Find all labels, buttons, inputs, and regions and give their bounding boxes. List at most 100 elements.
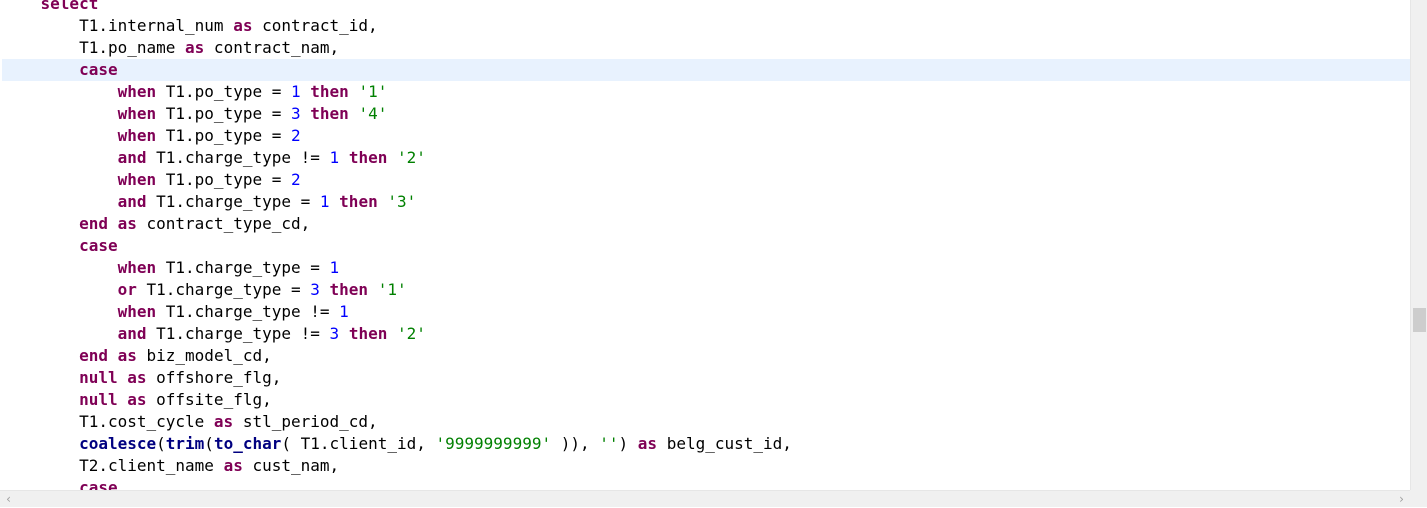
code-line[interactable]: and T1.charge_type != 1 then '2' [2, 147, 1410, 169]
code-token-kw: and [117, 148, 147, 167]
code-token-kw: case [79, 236, 118, 255]
code-token-plain: T1.cost_cycle [2, 412, 214, 431]
code-token-num: 1 [319, 192, 330, 211]
code-line[interactable]: or T1.charge_type = 3 then '1' [2, 279, 1410, 301]
code-line[interactable]: and T1.charge_type = 1 then '3' [2, 191, 1410, 213]
vertical-scrollbar[interactable] [1410, 0, 1427, 490]
code-token-plain: T2.client_name [2, 456, 224, 475]
code-token-kw: then [348, 148, 388, 167]
code-token-plain: T1.charge_type = [136, 280, 311, 299]
code-line[interactable]: when T1.po_type = 3 then '4' [2, 103, 1410, 125]
code-token-kw: when [117, 170, 157, 189]
code-token-plain: T1.charge_type = [146, 192, 320, 211]
code-line[interactable]: T1.internal_num as contract_id, [2, 15, 1410, 37]
code-token-kw: when [117, 258, 157, 277]
code-token-plain: ( [156, 434, 166, 453]
code-token-str: '4' [358, 104, 388, 123]
horizontal-scrollbar[interactable]: ‹ › [0, 490, 1410, 507]
code-token-num: 3 [329, 324, 340, 343]
code-token-plain: offshore_flg, [146, 368, 282, 387]
code-token-str: '1' [358, 82, 388, 101]
code-line-current[interactable]: case [2, 59, 1410, 81]
code-line[interactable]: select [2, 0, 1410, 15]
code-token-plain: T1.internal_num [2, 16, 234, 35]
code-line[interactable]: when T1.charge_type != 1 [2, 301, 1410, 323]
code-token-plain: contract_type_cd, [136, 214, 311, 233]
code-line[interactable]: T1.cost_cycle as stl_period_cd, [2, 411, 1410, 433]
code-token-num: 2 [290, 126, 301, 145]
code-token-kw: and [117, 324, 147, 343]
code-token-str: '3' [387, 192, 417, 211]
code-token-num: 3 [290, 104, 301, 123]
code-token-plain: contract_id, [252, 16, 378, 35]
code-token-kw: when [117, 104, 157, 123]
code-line[interactable]: and T1.charge_type != 3 then '2' [2, 323, 1410, 345]
code-token-plain: belg_cust_id, [657, 434, 792, 453]
code-token-kw: null [79, 390, 118, 409]
code-token-plain: offsite_flg, [146, 390, 272, 409]
code-token-kw: as [213, 412, 234, 431]
scroll-left-arrow-icon[interactable]: ‹ [0, 491, 17, 508]
code-line[interactable]: case [2, 235, 1410, 257]
vertical-scroll-thumb[interactable] [1413, 308, 1426, 332]
code-token-kw: as [637, 434, 658, 453]
code-line[interactable]: end as contract_type_cd, [2, 213, 1410, 235]
code-line[interactable]: when T1.charge_type = 1 [2, 257, 1410, 279]
code-token-plain: T1.po_type = [156, 126, 291, 145]
code-token-plain: T1.po_name [2, 38, 186, 57]
code-token-fn: to_char [213, 434, 282, 453]
code-token-kw: then [339, 192, 378, 211]
code-token-kw: select [40, 0, 99, 13]
code-token-kw: then [310, 82, 349, 101]
code-token-kw: as [117, 214, 137, 233]
code-line[interactable]: when T1.po_type = 1 then '1' [2, 81, 1410, 103]
code-line[interactable]: null as offshore_flg, [2, 367, 1410, 389]
code-line[interactable]: T1.po_name as contract_nam, [2, 37, 1410, 59]
code-token-kw: end [79, 346, 108, 365]
code-line[interactable]: coalesce(trim(to_char( T1.client_id, '99… [2, 433, 1410, 455]
code-token-kw: and [117, 192, 147, 211]
code-token-kw: then [329, 280, 369, 299]
code-line[interactable]: T2.client_name as cust_nam, [2, 455, 1410, 477]
code-token-kw: then [310, 104, 349, 123]
scroll-right-arrow-icon[interactable]: › [1393, 491, 1410, 508]
code-token-str: '9999999999' [435, 434, 552, 453]
code-token-plain: T1.po_type = [156, 82, 291, 101]
code-line[interactable]: end as biz_model_cd, [2, 345, 1410, 367]
code-line[interactable]: when T1.po_type = 2 [2, 169, 1410, 191]
code-token-plain: contract_nam, [204, 38, 340, 57]
code-line[interactable]: null as offsite_flg, [2, 389, 1410, 411]
code-editor[interactable]: select T1.internal_num as contract_id, T… [0, 0, 1410, 490]
code-token-plain: ) [618, 434, 638, 453]
code-token-kw: as [223, 456, 243, 475]
code-line[interactable]: when T1.po_type = 2 [2, 125, 1410, 147]
code-token-fn: coalesce [79, 434, 157, 453]
code-token-num: 1 [329, 258, 340, 277]
code-token-plain: stl_period_cd, [233, 412, 378, 431]
code-token-kw: when [117, 126, 157, 145]
code-token-kw: as [127, 390, 147, 409]
code-line[interactable]: case [2, 477, 1410, 490]
